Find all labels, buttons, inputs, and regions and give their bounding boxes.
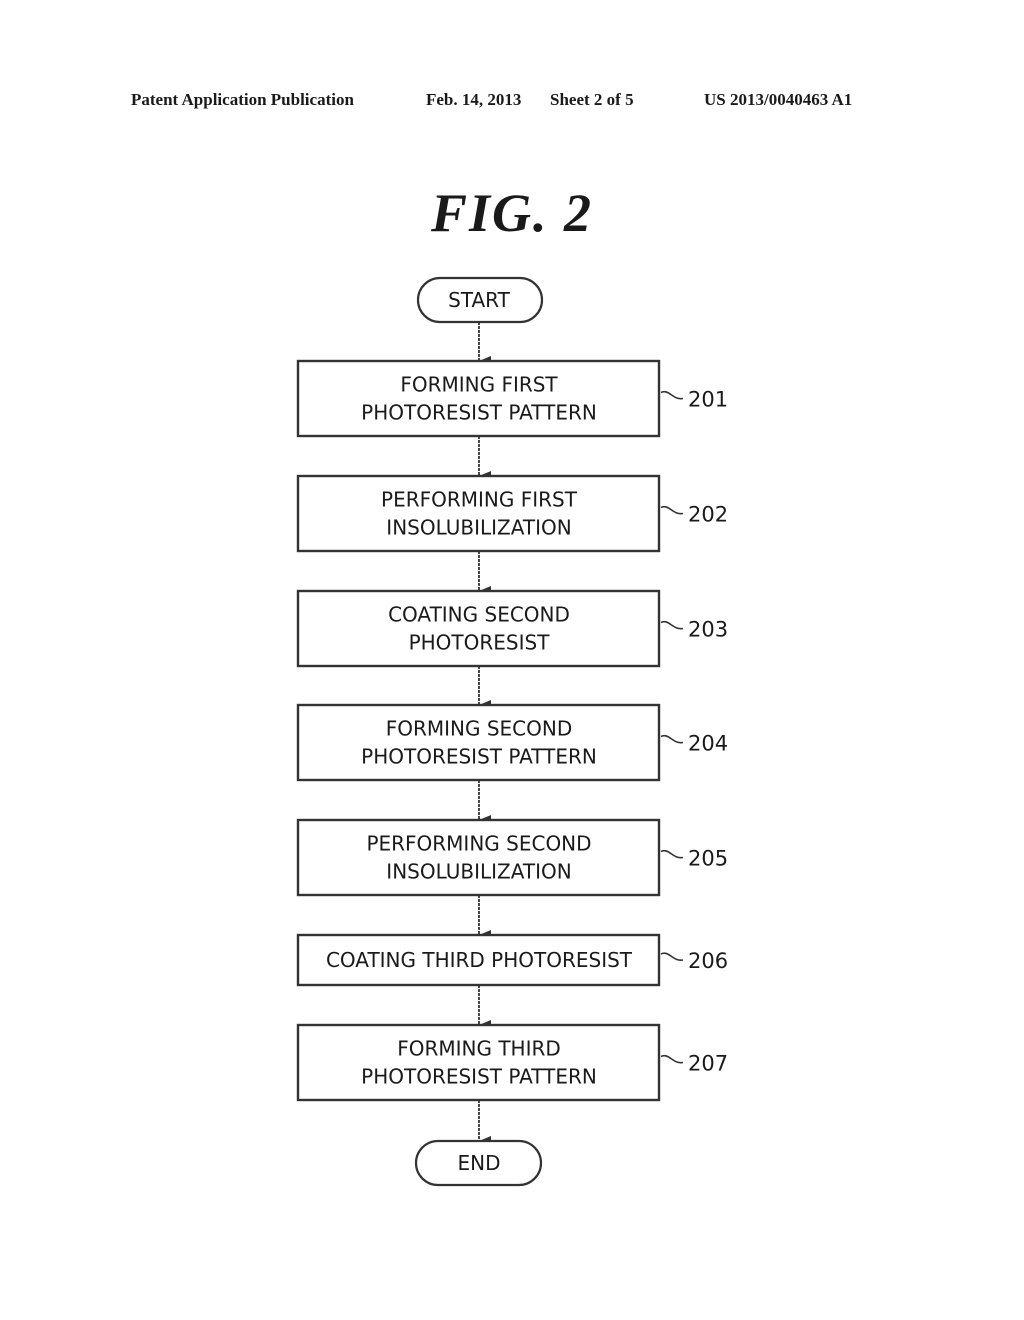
step-label: INSOLUBILIZATION bbox=[386, 516, 571, 540]
flowchart: START FORMING FIRST PHOTORESIST PATTERN 201… bbox=[296, 276, 728, 1187]
reference-leader bbox=[660, 849, 684, 859]
reference-leader bbox=[660, 734, 684, 744]
start-label: START bbox=[448, 288, 510, 312]
reference-leader bbox=[660, 952, 684, 961]
step-label: FORMING THIRD bbox=[397, 1037, 561, 1061]
reference-leader bbox=[660, 1054, 684, 1064]
reference-number: 202 bbox=[688, 503, 728, 527]
end-label: END bbox=[458, 1151, 501, 1175]
reference-leader bbox=[660, 390, 684, 400]
reference-number: 201 bbox=[688, 388, 728, 412]
reference-number: 204 bbox=[688, 732, 728, 756]
step-label: PHOTORESIST PATTERN bbox=[361, 401, 597, 425]
reference-number: 205 bbox=[688, 847, 728, 871]
reference-number: 206 bbox=[688, 949, 728, 973]
reference-number: 207 bbox=[688, 1052, 728, 1076]
step-label: COATING THIRD PHOTORESIST bbox=[326, 948, 633, 972]
reference-leader bbox=[660, 620, 684, 630]
step-label: PHOTORESIST bbox=[409, 631, 551, 655]
step-label: COATING SECOND bbox=[388, 603, 570, 627]
reference-leader bbox=[660, 505, 684, 515]
step-label: FORMING SECOND bbox=[386, 717, 573, 741]
step-label: PHOTORESIST PATTERN bbox=[361, 1065, 597, 1089]
step-label: INSOLUBILIZATION bbox=[386, 860, 571, 884]
step-label: PHOTORESIST PATTERN bbox=[361, 745, 597, 769]
step-label: PERFORMING FIRST bbox=[381, 488, 578, 512]
step-label: FORMING FIRST bbox=[400, 373, 558, 397]
reference-number: 203 bbox=[688, 618, 728, 642]
step-label: PERFORMING SECOND bbox=[366, 832, 591, 856]
